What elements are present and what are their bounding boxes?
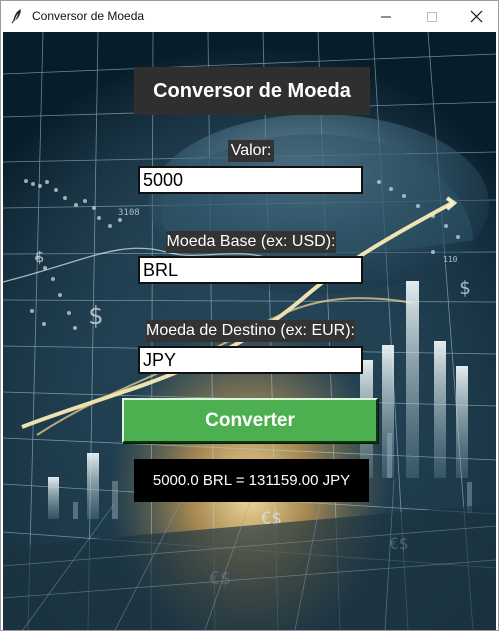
app-content: 3108 110 $ $ $ €$ €$ €$	[3, 32, 496, 630]
svg-text:$: $	[88, 301, 103, 330]
title-bar: Conversor de Moeda	[1, 1, 498, 32]
close-icon	[470, 10, 482, 23]
window-title: Conversor de Moeda	[32, 9, 145, 23]
svg-text:110: 110	[443, 255, 458, 264]
minimize-icon	[381, 16, 391, 17]
svg-text:$: $	[35, 248, 44, 266]
svg-text:3108: 3108	[118, 208, 140, 218]
amount-input[interactable]	[138, 166, 363, 194]
feather-icon	[11, 9, 21, 24]
destination-currency-label: Moeda de Destino (ex: EUR):	[146, 320, 355, 342]
conversion-result: 5000.0 BRL = 131159.00 JPY	[134, 459, 369, 502]
maximize-button[interactable]	[409, 1, 455, 32]
amount-label: Valor:	[228, 140, 274, 162]
base-currency-input[interactable]	[138, 256, 363, 284]
svg-text:$: $	[459, 277, 470, 299]
maximize-icon	[427, 11, 437, 22]
close-button[interactable]	[453, 1, 498, 32]
base-currency-label: Moeda Base (ex: USD):	[166, 231, 336, 253]
app-window: Conversor de Moeda 3108 110 $ $ $ €$ Con…	[0, 0, 499, 631]
convert-button[interactable]: Converter	[122, 398, 378, 443]
minimize-button[interactable]	[363, 1, 409, 32]
destination-currency-input[interactable]	[138, 346, 363, 374]
page-title: Conversor de Moeda	[134, 67, 370, 115]
